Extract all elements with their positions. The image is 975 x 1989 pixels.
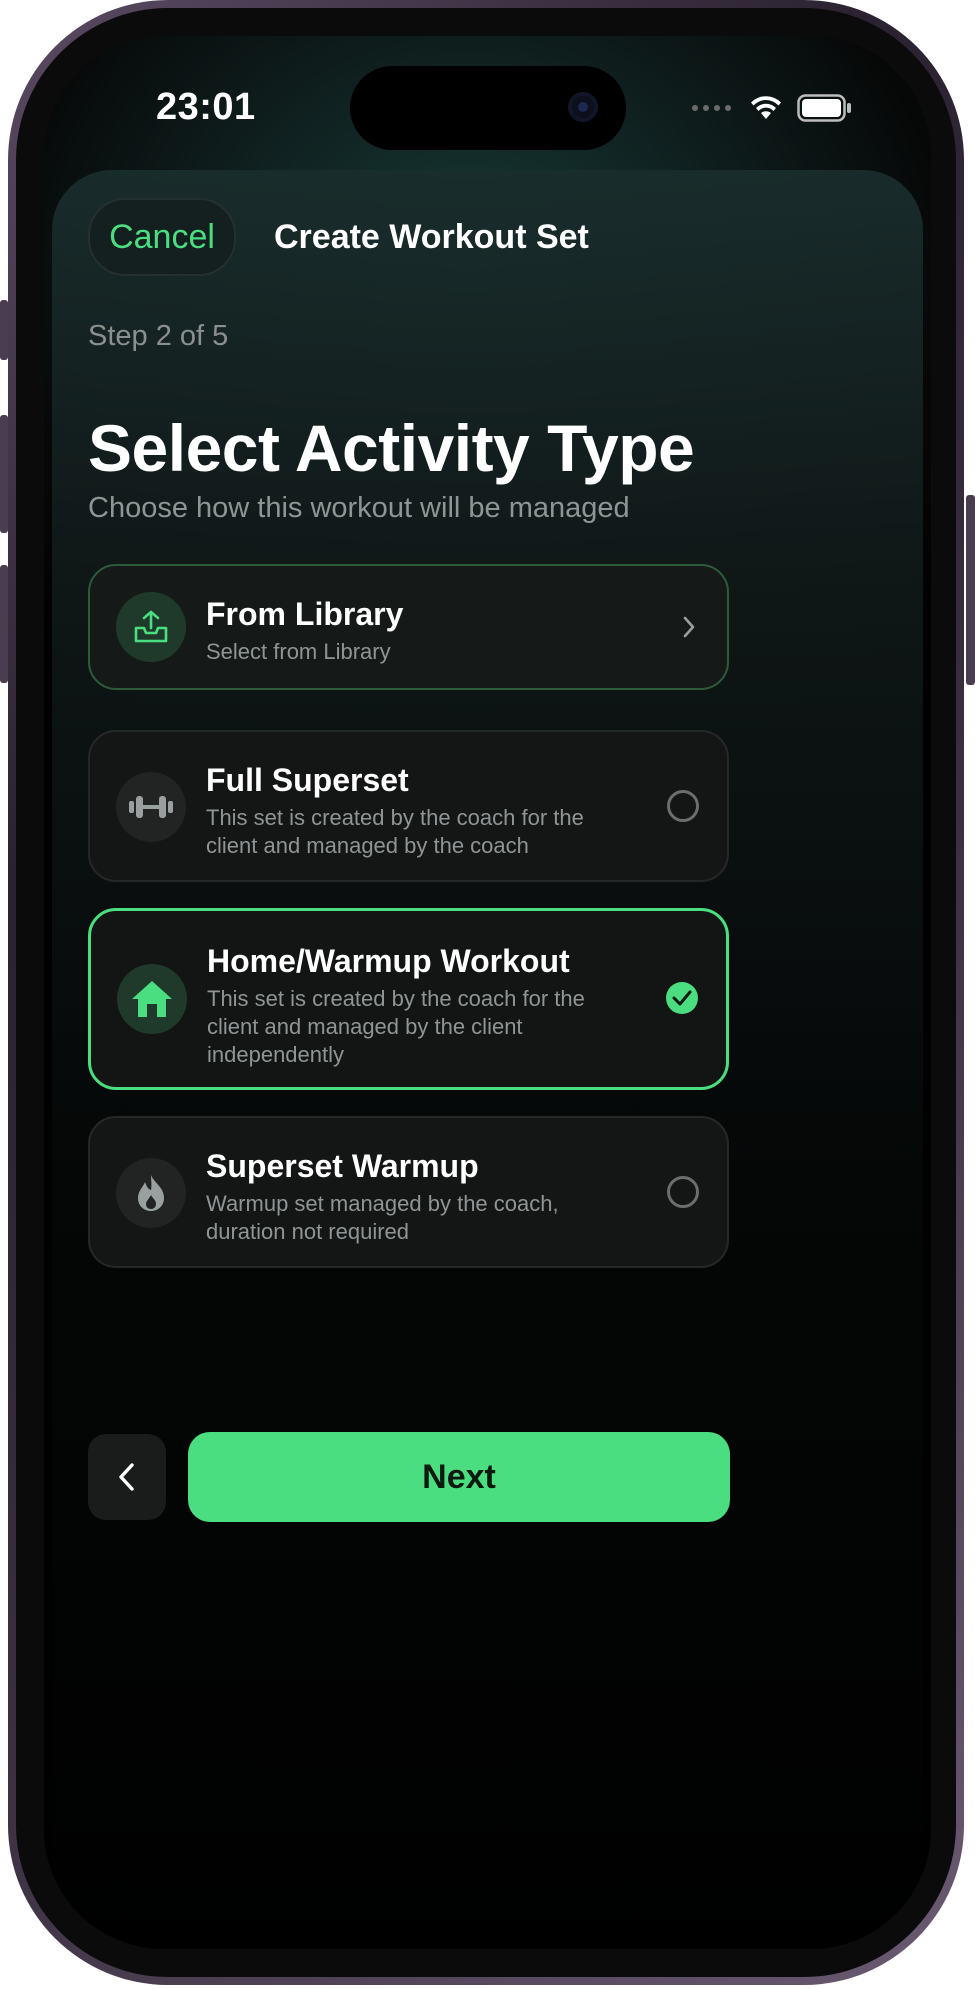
option-home-warmup-workout[interactable]: Home/Warmup Workout This set is created …	[88, 908, 729, 1090]
flame-icon	[116, 1158, 186, 1228]
next-button[interactable]: Next	[188, 1432, 730, 1522]
option-superset-warmup[interactable]: Superset Warmup Warmup set managed by th…	[88, 1116, 729, 1268]
status-time: 23:01	[156, 86, 256, 128]
option-full-superset[interactable]: Full Superset This set is created by the…	[88, 730, 729, 882]
camera-icon	[568, 92, 598, 122]
option-title: Home/Warmup Workout	[207, 943, 570, 979]
option-radio[interactable]	[667, 1176, 699, 1208]
status-icons	[692, 94, 853, 122]
option-radio[interactable]	[667, 790, 699, 822]
sheet-title: Create Workout Set	[274, 218, 589, 256]
page-title: Select Activity Type	[88, 411, 695, 485]
signal-dots-icon	[692, 105, 731, 111]
step-indicator: Step 2 of 5	[88, 320, 229, 352]
volume-down-button	[0, 565, 8, 683]
dumbbell-icon	[116, 772, 186, 842]
option-description: This set is created by the coach for the…	[207, 986, 585, 1067]
option-description: This set is created by the coach for the…	[206, 805, 584, 858]
option-description: Select from Library	[206, 639, 391, 664]
bottom-sheet: Cancel Create Workout Set Step 2 of 5 Se…	[52, 170, 923, 1949]
cancel-button[interactable]: Cancel	[88, 198, 236, 276]
chevron-right-icon	[683, 616, 695, 638]
battery-icon	[797, 94, 851, 122]
option-description: Warmup set managed by the coach, duratio…	[206, 1191, 559, 1244]
volume-up-button	[0, 415, 8, 533]
page-subtitle: Choose how this workout will be managed	[88, 492, 630, 524]
option-from-library[interactable]: From Library Select from Library	[88, 564, 729, 690]
option-title: Superset Warmup	[206, 1148, 479, 1184]
back-button[interactable]	[88, 1434, 166, 1520]
option-radio-checked[interactable]	[666, 982, 698, 1014]
power-button	[966, 495, 975, 685]
action-button	[0, 300, 8, 360]
option-title: Full Superset	[206, 762, 409, 798]
dynamic-island	[350, 66, 626, 150]
wifi-icon	[751, 96, 781, 119]
screen: 23:01 Cancel Create Workout Set Step 2 o…	[44, 36, 931, 1949]
checkmark-icon	[672, 990, 692, 1006]
home-icon	[117, 964, 187, 1034]
option-title: From Library	[206, 596, 404, 632]
chevron-left-icon	[119, 1463, 134, 1491]
inbox-upload-icon	[116, 592, 186, 662]
